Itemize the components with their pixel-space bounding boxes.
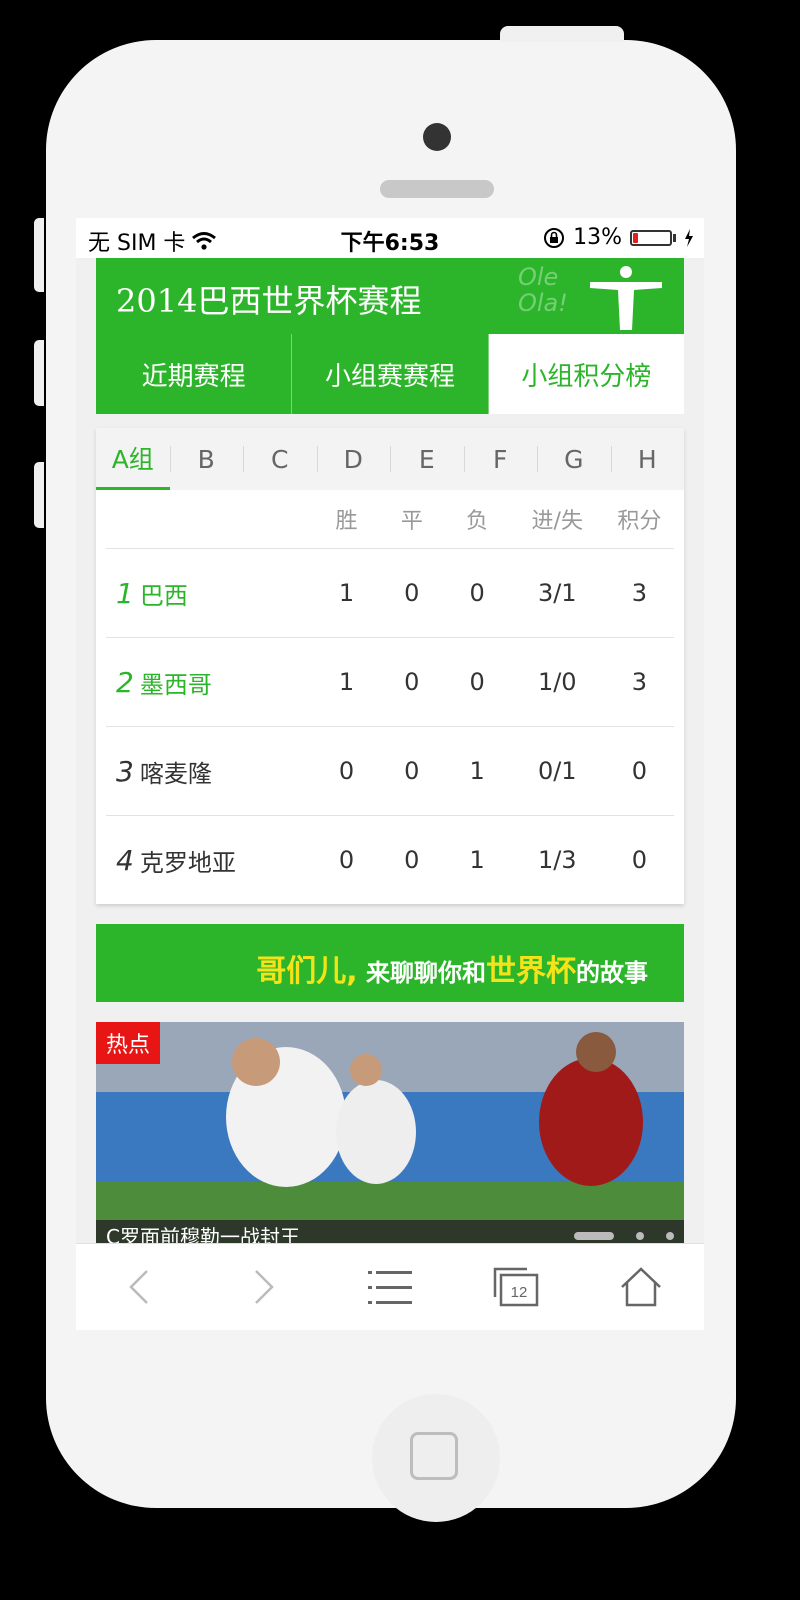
losses: 1 <box>469 846 485 874</box>
rank: 1 <box>116 576 134 610</box>
standings-header-row: 胜 平 负 进/失 积分 <box>106 490 674 549</box>
points: 3 <box>631 668 648 696</box>
rank: 2 <box>116 665 134 699</box>
table-row[interactable]: 3 喀麦隆 0 0 1 0/1 0 <box>106 727 674 816</box>
wins: 1 <box>338 668 355 696</box>
promo-banner[interactable]: 哥们儿, 来聊聊你和世界杯的故事 <box>96 924 684 1002</box>
goals: 0/1 <box>537 757 577 785</box>
group-tab-g[interactable]: G <box>537 428 611 490</box>
team-name: 墨西哥 <box>139 670 212 699</box>
losses: 1 <box>469 757 485 785</box>
deco-ola: Ola! <box>518 289 568 317</box>
page-header: 2014巴西世界杯赛程 Ole Ola! <box>96 258 684 334</box>
home-icon <box>621 1267 662 1307</box>
carousel-indicators <box>574 1232 674 1240</box>
group-selector: A组 B C D E F G H <box>96 428 684 490</box>
table-row[interactable]: 2 墨西哥 1 0 0 1/0 3 <box>106 638 674 727</box>
header-draw: 平 <box>400 509 423 534</box>
deco-ole: Ole <box>518 263 559 291</box>
tabs-icon: 12 <box>493 1267 538 1307</box>
losses: 0 <box>469 579 485 607</box>
battery-icon <box>630 229 672 246</box>
points: 3 <box>631 579 648 607</box>
home-square-icon <box>410 1432 458 1480</box>
volume-down-button[interactable] <box>34 462 44 528</box>
goals: 3/1 <box>537 579 577 607</box>
header-win: 胜 <box>335 509 358 534</box>
header-loss: 负 <box>466 509 489 534</box>
group-tab-f[interactable]: F <box>463 428 538 490</box>
page-content: 2014巴西世界杯赛程 Ole Ola! 近期赛程 小组赛赛程 小组积分榜 A组… <box>96 258 684 1246</box>
group-tab-c[interactable]: C <box>243 428 317 490</box>
rank: 3 <box>116 754 134 788</box>
christ-statue-icon <box>590 266 662 330</box>
tab-recent-schedule[interactable]: 近期赛程 <box>96 334 293 414</box>
battery-tip <box>673 233 676 242</box>
banner-text-1: 哥们儿, <box>256 954 358 989</box>
wins: 0 <box>338 757 355 785</box>
status-bar: 无 SIM 卡 下午6:53 13% <box>76 218 704 258</box>
banner-text-4: 的故事 <box>576 959 648 987</box>
battery-percent: 13% <box>573 225 622 250</box>
wins: 0 <box>338 846 355 874</box>
rank: 4 <box>116 843 134 877</box>
group-tab-h[interactable]: H <box>610 428 685 490</box>
charging-icon <box>685 228 693 247</box>
draws: 0 <box>404 579 420 607</box>
team-name: 克罗地亚 <box>139 848 236 877</box>
header-goals: 进/失 <box>531 509 583 534</box>
header-points: 积分 <box>617 509 662 534</box>
group-tab-b[interactable]: B <box>169 428 244 490</box>
menu-list-icon <box>367 1271 412 1304</box>
draws: 0 <box>404 757 420 785</box>
carousel-dot[interactable] <box>636 1232 644 1240</box>
group-tab-e[interactable]: E <box>390 428 464 490</box>
browser-toolbar: 12 <box>76 1243 704 1330</box>
hot-tag: 热点 <box>96 1022 161 1064</box>
standings-table: 胜 平 负 进/失 积分 1 巴西 1 0 0 3/1 3 2 墨西哥 1 0 … <box>96 490 684 904</box>
back-icon <box>129 1270 148 1304</box>
back-button[interactable] <box>94 1252 184 1322</box>
forward-icon <box>255 1270 275 1304</box>
speaker <box>380 180 494 198</box>
table-row[interactable]: 1 巴西 1 0 0 3/1 3 <box>106 549 674 638</box>
screen: 无 SIM 卡 下午6:53 13% 2014巴西世界杯赛程 Ole Ola! … <box>76 218 704 1330</box>
tabs-button[interactable]: 12 <box>471 1252 561 1322</box>
news-carousel[interactable]: 热点 C罗面前穆勒一战封王 <box>96 1022 684 1246</box>
draws: 0 <box>404 846 420 874</box>
group-tab-a[interactable]: A组 <box>96 428 170 490</box>
points: 0 <box>631 757 648 785</box>
camera <box>423 123 451 151</box>
volume-up-button[interactable] <box>34 340 44 406</box>
tab-group-schedule[interactable]: 小组赛赛程 <box>292 334 489 414</box>
match-photo <box>96 1022 684 1246</box>
table-row[interactable]: 4 克罗地亚 0 0 1 1/3 0 <box>106 816 674 904</box>
page-title: 2014巴西世界杯赛程 <box>116 282 422 320</box>
header-decoration-text: Ole Ola! <box>518 264 568 316</box>
tabs-count: 12 <box>510 1284 527 1301</box>
mute-switch[interactable] <box>34 218 44 292</box>
losses: 0 <box>469 668 485 696</box>
home-page-button[interactable] <box>596 1252 686 1322</box>
team-name: 喀麦隆 <box>139 759 212 788</box>
tab-group-standings[interactable]: 小组积分榜 <box>488 334 684 414</box>
schedule-tabs: 近期赛程 小组赛赛程 小组积分榜 <box>96 334 684 414</box>
wins: 1 <box>338 579 355 607</box>
banner-text: 哥们儿, 来聊聊你和世界杯的故事 <box>256 946 648 990</box>
standings-card: A组 B C D E F G H 胜 平 负 进/失 积分 1 巴西 1 0 0… <box>96 428 684 904</box>
banner-text-2: 来聊聊你和 <box>357 959 486 987</box>
goals: 1/0 <box>537 668 577 696</box>
group-tab-d[interactable]: D <box>316 428 391 490</box>
points: 0 <box>631 846 648 874</box>
team-name: 巴西 <box>139 581 188 610</box>
carousel-dot-active[interactable] <box>574 1232 614 1240</box>
banner-text-3: 世界杯 <box>486 954 576 989</box>
menu-button[interactable] <box>345 1252 435 1322</box>
rotation-lock-icon <box>544 227 565 248</box>
goals: 1/3 <box>537 846 577 874</box>
power-button[interactable] <box>500 26 624 42</box>
draws: 0 <box>404 668 420 696</box>
forward-button[interactable] <box>219 1252 309 1322</box>
carousel-dot[interactable] <box>666 1232 674 1240</box>
